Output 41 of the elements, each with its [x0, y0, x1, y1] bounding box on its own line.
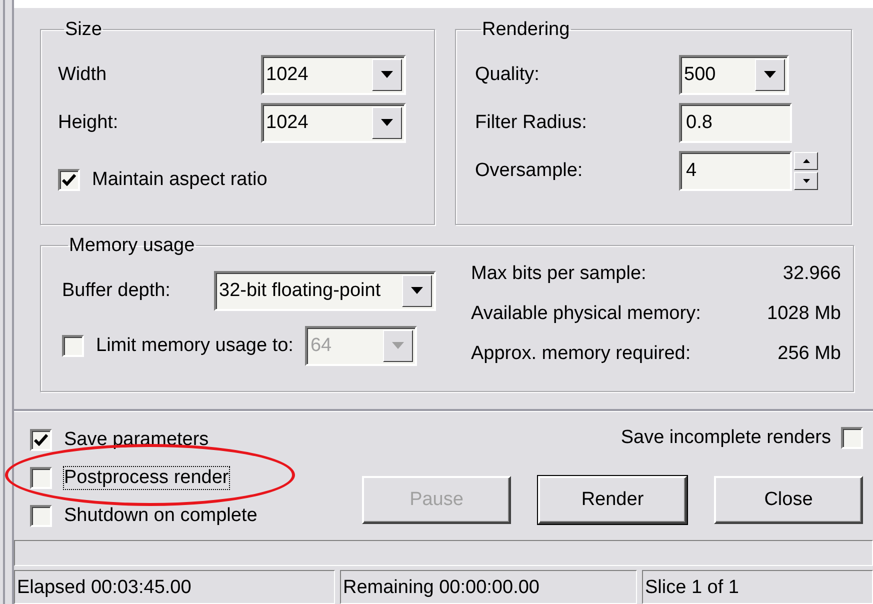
stat-label: Max bits per sample:: [471, 262, 646, 285]
checkbox[interactable]: [841, 427, 863, 450]
height-label: Height:: [58, 112, 120, 134]
status-panel: Remaining 00:00:00.00: [340, 570, 637, 604]
spin-down-icon[interactable]: [794, 172, 818, 190]
stat-label: Available physical memory:: [471, 302, 701, 325]
dialog-button[interactable]: Close: [714, 476, 863, 524]
group-title: Memory usage: [68, 234, 196, 257]
quality-label: Quality:: [475, 64, 540, 86]
checkbox[interactable]: [30, 504, 52, 527]
stat-value: 1028 Mb: [767, 302, 841, 325]
status-panel: Elapsed 00:03:45.00: [14, 570, 335, 604]
checkbox[interactable]: [58, 168, 80, 191]
checkbox-label: Shutdown on complete: [64, 504, 258, 527]
dialog-button[interactable]: Render: [538, 476, 687, 524]
oversample-label: Oversample:: [475, 160, 583, 182]
checkbox-label: Save incomplete renders: [620, 427, 831, 450]
checkbox-label: Save parameters: [64, 428, 209, 451]
width-label: Width: [58, 64, 108, 86]
filter-radius-label: Filter Radius:: [475, 112, 587, 134]
stat-label: Approx. memory required:: [471, 342, 691, 365]
height-dropdown[interactable]: 1024: [261, 102, 406, 143]
spin-up-icon[interactable]: [794, 152, 818, 170]
status-panel: Slice 1 of 1: [642, 570, 873, 604]
quality-dropdown[interactable]: 500: [679, 54, 789, 95]
group-title: Rendering: [481, 18, 571, 41]
checkbox-label: Postprocess render: [64, 466, 229, 489]
filter-radius-field[interactable]: 0.8: [679, 102, 792, 143]
buffer-depth-dropdown[interactable]: 32-bit floating-point: [214, 270, 436, 311]
stat-value: 32.966: [782, 262, 841, 285]
buffer-depth-label: Buffer depth:: [62, 280, 172, 302]
checkbox-label: Maintain aspect ratio: [92, 168, 268, 191]
width-dropdown[interactable]: 1024: [261, 54, 406, 95]
group-title: Size: [64, 18, 103, 41]
checkbox[interactable]: [30, 428, 52, 451]
check-icon: [62, 174, 76, 186]
oversample-field[interactable]: 4: [679, 150, 792, 191]
stat-value: 256 Mb: [778, 342, 841, 365]
checkbox[interactable]: [30, 466, 52, 489]
check-icon: [34, 434, 48, 446]
checkbox-label: Limit memory usage to:: [96, 334, 294, 357]
